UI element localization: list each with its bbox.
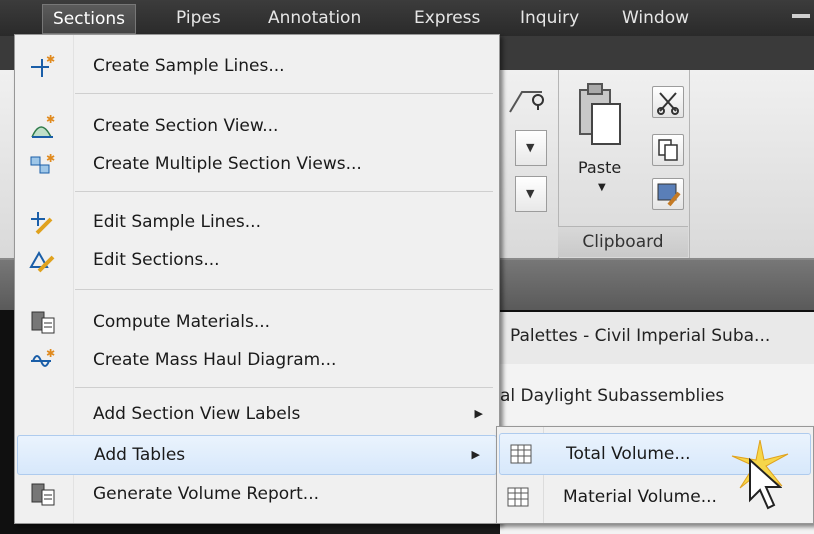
- match-properties-icon[interactable]: [652, 178, 684, 210]
- menu-separator: [75, 387, 493, 388]
- menu-separator: [75, 289, 493, 290]
- menu-separator: [75, 191, 493, 192]
- menu-inquiry[interactable]: Inquiry: [510, 4, 589, 32]
- sections-menu: ✱ Create Sample Lines... ✱ Create Sectio…: [14, 34, 500, 524]
- menu-separator: [75, 93, 493, 94]
- ribbon-dropdown-1[interactable]: ▼: [515, 130, 547, 166]
- table-icon: [507, 487, 529, 507]
- section-view-icon: ✱: [29, 113, 57, 139]
- clipboard-group-label: Clipboard: [558, 226, 688, 257]
- minimize-icon[interactable]: [792, 14, 810, 18]
- menu-express[interactable]: Express: [404, 4, 490, 32]
- compute-materials-icon: [29, 309, 57, 335]
- menu-item-generate-volume-report[interactable]: Generate Volume Report...: [15, 475, 499, 513]
- svg-text:✱: ✱: [46, 113, 55, 126]
- volume-report-icon: [29, 481, 57, 507]
- menu-sections[interactable]: Sections: [42, 4, 137, 34]
- menu-item-edit-sections[interactable]: Edit Sections...: [15, 241, 499, 279]
- menu-item-create-section-view[interactable]: ✱ Create Section View...: [15, 107, 499, 145]
- edit-sections-icon: [29, 247, 57, 273]
- menu-annotation[interactable]: Annotation: [258, 4, 371, 32]
- table-icon: [510, 444, 532, 464]
- menu-item-compute-materials[interactable]: Compute Materials...: [15, 303, 499, 341]
- submenu-arrow-icon: ▶: [471, 448, 480, 461]
- mass-haul-icon: ✱: [29, 347, 57, 373]
- sample-lines-icon: ✱: [29, 53, 57, 79]
- copy-icon[interactable]: [652, 134, 684, 166]
- paste-button-label[interactable]: Paste: [578, 158, 621, 177]
- edit-sample-lines-icon: [29, 209, 57, 235]
- tool-palette-title: Palettes - Civil Imperial Suba...: [510, 326, 771, 346]
- menu-item-create-multiple-section-views[interactable]: ✱ Create Multiple Section Views...: [15, 145, 499, 183]
- menu-item-add-tables[interactable]: Add Tables ▶: [17, 435, 497, 475]
- cut-icon[interactable]: [652, 86, 684, 118]
- menu-bar: Sections Pipes Annotation Express Inquir…: [0, 0, 814, 36]
- multiple-section-views-icon: ✱: [29, 151, 57, 177]
- lightbulb-icon[interactable]: [508, 86, 548, 116]
- submenu-arrow-icon: ▶: [474, 407, 483, 420]
- menu-item-create-mass-haul-diagram[interactable]: ✱ Create Mass Haul Diagram...: [15, 341, 499, 379]
- menu-pipes[interactable]: Pipes: [166, 4, 231, 32]
- tool-palette-item[interactable]: al Daylight Subassemblies: [500, 386, 724, 406]
- menu-item-add-section-view-labels[interactable]: Add Section View Labels ▶: [15, 395, 499, 433]
- menu-item-create-sample-lines[interactable]: ✱ Create Sample Lines...: [15, 47, 499, 85]
- svg-text:✱: ✱: [46, 347, 55, 360]
- mouse-pointer-icon: [746, 456, 783, 516]
- svg-text:✱: ✱: [46, 152, 55, 165]
- paste-dropdown-icon[interactable]: ▼: [598, 182, 606, 193]
- menu-item-edit-sample-lines[interactable]: Edit Sample Lines...: [15, 203, 499, 241]
- paste-icon[interactable]: [576, 80, 624, 152]
- menu-window[interactable]: Window: [612, 4, 699, 32]
- ribbon-dropdown-2[interactable]: ▼: [515, 176, 547, 212]
- svg-text:✱: ✱: [46, 53, 55, 66]
